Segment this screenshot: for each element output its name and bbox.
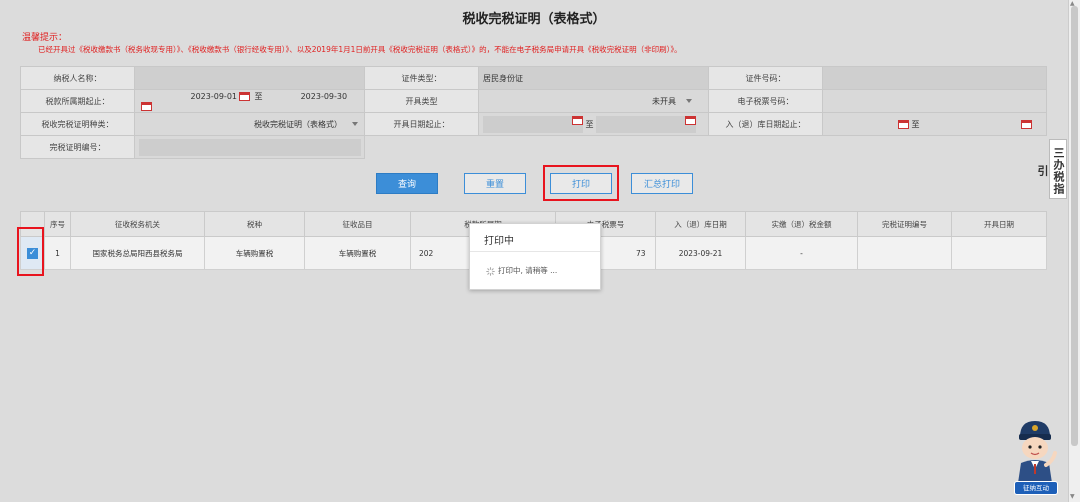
issue-type-value: 未开具 (652, 96, 676, 106)
column-header: 实缴（退）税金额 (745, 211, 858, 237)
calendar-icon[interactable] (141, 102, 152, 111)
form-filler (365, 136, 1047, 159)
id-number-field (822, 66, 1047, 90)
chevron-down-icon (352, 122, 358, 126)
query-button[interactable]: 查询 (376, 173, 438, 194)
row-ticket-end: 73 (635, 248, 646, 258)
calendar-icon[interactable] (685, 115, 697, 125)
dialog-message: 打印中, 请稍等 ... (486, 265, 557, 276)
column-header: 开具日期 (951, 211, 1047, 237)
page: 税收完税证明（表格式） 温馨提示： 已经开具过《税收缴款书（税务收现专用）》、《… (0, 0, 1068, 502)
to-label: 至 (254, 92, 263, 101)
column-header: 征收税务机关 (70, 211, 205, 237)
id-type-field: 居民身份证 (478, 66, 709, 90)
tax-period-start[interactable]: 2023-09-01 (139, 92, 238, 101)
storage-date-end[interactable] (922, 119, 1033, 129)
assistant-mascot[interactable]: 征纳互动 (1012, 417, 1058, 495)
vertical-scrollbar[interactable]: ▲ ▼ (1068, 0, 1080, 502)
e-ticket-input[interactable] (822, 89, 1047, 113)
to-label: 至 (911, 119, 920, 129)
calendar-icon[interactable] (572, 115, 583, 125)
id-type-value: 居民身份证 (483, 73, 523, 83)
tip-text: 已经开具过《税收缴款书（税务收现专用）》、《税收缴款书（银行经收专用）》、以及2… (38, 45, 682, 54)
row-authority: 国家税务总局阳西县税务局 (70, 236, 205, 270)
scroll-down-icon[interactable]: ▼ (1070, 493, 1075, 500)
column-header: 完税证明编号 (857, 211, 952, 237)
row-issue-date (951, 236, 1047, 270)
taxpayer-name-field (134, 66, 365, 90)
id-type-label: 证件类型： (364, 66, 479, 90)
issue-date-start[interactable] (483, 115, 583, 133)
e-ticket-label: 电子税票号码： (708, 89, 823, 113)
issue-type-label: 开具类型 (364, 89, 479, 113)
storage-date-label: 入（退）库日期起止： (708, 112, 823, 136)
summary-print-button[interactable]: 汇总打印 (631, 173, 693, 194)
cert-number-field (134, 135, 365, 159)
storage-date-field: 至 (822, 112, 1047, 136)
calendar-icon[interactable] (239, 92, 250, 101)
row-amount: - (745, 236, 858, 270)
row-index: 1 (44, 236, 71, 270)
tax-guide-tab[interactable]: 三办税指引 (1036, 139, 1067, 199)
assistant-avatar-icon (1018, 421, 1057, 483)
dialog-message-text: 打印中, 请稍等 ... (498, 266, 558, 275)
column-header: 税种 (204, 211, 305, 237)
row-storage-date: 2023-09-21 (655, 236, 746, 270)
query-form: 纳税人名称： 证件类型： 居民身份证 证件号码： 税款所属期起止： 2023-0… (20, 66, 1047, 159)
dialog-divider (470, 251, 600, 252)
issue-date-label: 开具日期起止： (364, 112, 479, 136)
tax-period-field: 2023-09-01 至 2023-09-30 (134, 89, 365, 113)
spinner-icon (486, 266, 495, 276)
row-tax-type: 车辆购置税 (204, 236, 305, 270)
chevron-down-icon (686, 99, 692, 103)
cert-number-label: 完税证明编号： (20, 135, 135, 159)
print-button-highlight (543, 165, 619, 201)
cert-number-input[interactable] (139, 138, 361, 156)
storage-date-start[interactable] (827, 119, 909, 129)
row-item: 车辆购置税 (304, 236, 411, 270)
column-header: 入（退）库日期 (655, 211, 746, 237)
issue-date-end[interactable] (596, 115, 697, 133)
row-cert-no (857, 236, 952, 270)
page-title: 税收完税证明（表格式） (462, 12, 606, 27)
scroll-thumb[interactable] (1071, 6, 1078, 446)
issue-type-select[interactable]: 未开具 (478, 89, 709, 113)
issue-date-field: 至 (478, 112, 709, 136)
id-number-label: 证件号码： (708, 66, 823, 90)
mascot-label[interactable]: 征纳互动 (1014, 481, 1058, 495)
printing-dialog: 打印中 打印中, 请稍等 ... (469, 223, 601, 290)
calendar-icon[interactable] (1021, 119, 1033, 129)
calendar-icon[interactable] (898, 119, 909, 129)
reset-button[interactable]: 重置 (464, 173, 526, 194)
cert-type-label: 税收完税证明种类： (20, 112, 135, 136)
tax-period-label: 税款所属期起止： (20, 89, 135, 113)
checkbox-highlight (17, 227, 44, 276)
tip-label: 温馨提示： (22, 33, 68, 43)
cert-type-select[interactable]: 税收完税证明（表格式） (134, 112, 365, 136)
column-header: 征收品目 (304, 211, 411, 237)
tax-period-end[interactable]: 2023-09-30 (265, 92, 348, 101)
cert-type-value: 税收完税证明（表格式） (254, 119, 342, 129)
column-header: 序号 (44, 211, 71, 237)
dialog-title: 打印中 (484, 236, 514, 247)
to-label: 至 (585, 119, 594, 129)
taxpayer-name-label: 纳税人名称： (20, 66, 135, 90)
